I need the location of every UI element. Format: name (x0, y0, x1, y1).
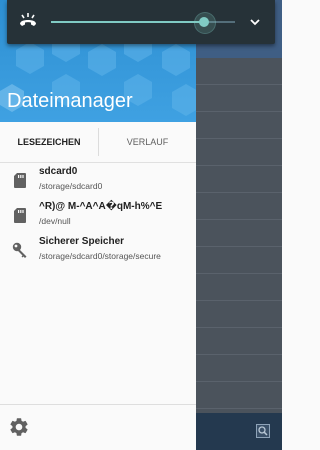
list-item-secure-storage[interactable]: Sicherer Speicher /storage/sdcard0/stora… (0, 233, 196, 268)
item-name: sdcard0 (39, 166, 78, 177)
item-path: /storage/sdcard0 (39, 181, 103, 191)
volume-panel (7, 0, 275, 44)
list-item-sdcard0[interactable]: sdcard0 /storage/sdcard0 (0, 163, 196, 198)
sd-card-icon (14, 208, 26, 223)
item-path: /storage/sdcard0/storage/secure (39, 251, 161, 261)
tab-bar: LESEZEICHEN VERLAUF (0, 122, 196, 163)
ringer-vibrate-icon[interactable] (18, 12, 38, 30)
navigation-drawer: Dateimanager LESEZEICHEN VERLAUF sdcard0… (0, 0, 196, 450)
item-name: Sicherer Speicher (39, 236, 125, 247)
background-app (196, 0, 282, 450)
list-item-dev-null[interactable]: ^R)@ M-^A^A�qM-h%^E /dev/null (0, 198, 196, 233)
settings-divider (0, 404, 196, 405)
volume-slider[interactable] (51, 12, 235, 34)
tab-bookmarks[interactable]: LESEZEICHEN (0, 122, 98, 162)
chevron-down-icon[interactable] (245, 12, 265, 32)
item-path: /dev/null (39, 216, 71, 226)
search-icon[interactable] (256, 424, 270, 438)
background-app-list (196, 58, 282, 413)
drawer-title: Dateimanager (7, 90, 133, 112)
key-icon (12, 242, 27, 258)
slider-thumb[interactable] (198, 17, 209, 27)
item-name: ^R)@ M-^A^A�qM-h%^E (39, 201, 163, 212)
gear-icon[interactable] (8, 416, 30, 438)
tab-history[interactable]: VERLAUF (99, 122, 196, 162)
slider-fill (51, 21, 204, 23)
bookmark-list: sdcard0 /storage/sdcard0 ^R)@ M-^A^A�qM-… (0, 163, 196, 268)
sd-card-icon (14, 173, 26, 188)
